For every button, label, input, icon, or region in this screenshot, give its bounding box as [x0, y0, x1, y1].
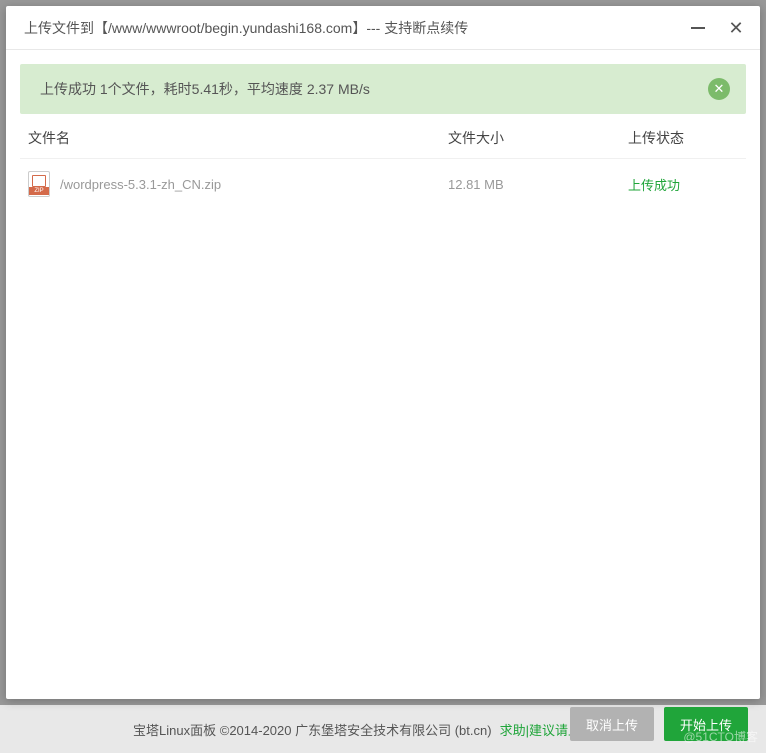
col-header-status: 上传状态 — [628, 128, 738, 148]
table-row: /wordpress-5.3.1-zh_CN.zip 12.81 MB 上传成功 — [20, 159, 746, 209]
file-name-cell: /wordpress-5.3.1-zh_CN.zip — [28, 171, 448, 197]
table-header: 文件名 文件大小 上传状态 — [20, 114, 746, 159]
close-icon: ✕ — [728, 19, 743, 37]
minimize-button[interactable] — [688, 18, 708, 38]
titlebar: 上传文件到【/www/wwwroot/begin.yundashi168.com… — [6, 6, 760, 50]
cancel-button[interactable]: 取消上传 — [570, 707, 654, 741]
close-icon: ✕ — [714, 81, 725, 97]
banner-message: 上传成功 1个文件，耗时5.41秒，平均速度 2.37 MB/s — [40, 79, 708, 99]
file-size-cell: 12.81 MB — [448, 177, 628, 192]
success-banner: 上传成功 1个文件，耗时5.41秒，平均速度 2.37 MB/s ✕ — [20, 64, 746, 114]
col-header-size: 文件大小 — [448, 128, 628, 148]
minimize-icon — [691, 27, 705, 29]
close-button[interactable]: ✕ — [726, 18, 746, 38]
footer-text: 宝塔Linux面板 ©2014-2020 广东堡塔安全技术有限公司 (bt.cn… — [133, 720, 492, 739]
col-header-name: 文件名 — [28, 128, 448, 148]
titlebar-actions: ✕ — [688, 18, 746, 38]
zip-file-icon — [28, 171, 50, 197]
file-name: /wordpress-5.3.1-zh_CN.zip — [60, 177, 221, 192]
upload-dialog: 上传文件到【/www/wwwroot/begin.yundashi168.com… — [6, 6, 760, 699]
dialog-body: 上传成功 1个文件，耗时5.41秒，平均速度 2.37 MB/s ✕ 文件名 文… — [6, 50, 760, 699]
file-status-cell: 上传成功 — [628, 175, 738, 194]
watermark: @51CTO博客 — [683, 728, 758, 745]
dialog-title: 上传文件到【/www/wwwroot/begin.yundashi168.com… — [24, 18, 688, 38]
banner-close-button[interactable]: ✕ — [708, 78, 730, 100]
